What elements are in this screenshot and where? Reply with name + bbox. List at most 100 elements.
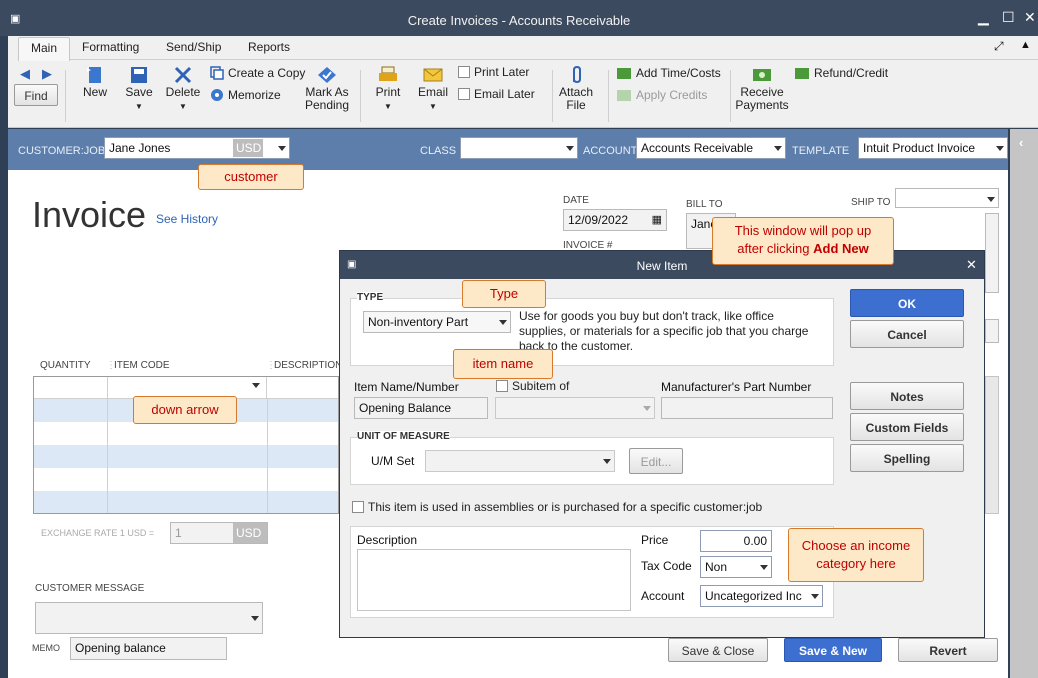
save-close-button[interactable]: Save & Close <box>668 638 768 662</box>
refund-icon <box>795 68 809 79</box>
apply-credits-button[interactable]: Apply Credits <box>616 88 707 102</box>
chevron-down-icon <box>811 594 819 599</box>
maximize-icon[interactable]: ☐ <box>1002 10 1015 24</box>
mfr-part-field[interactable] <box>661 397 833 419</box>
um-set-combo[interactable] <box>425 450 615 472</box>
description-field[interactable] <box>357 549 631 611</box>
table-scrollbar[interactable] <box>985 376 999 514</box>
template-combo[interactable]: Intuit Product Invoice <box>858 137 1008 159</box>
tab-formatting[interactable]: Formatting <box>82 40 139 54</box>
memo-field[interactable]: Opening balance <box>70 637 227 660</box>
uom-label: UNIT OF MEASURE <box>357 431 450 442</box>
minimize-icon[interactable]: ▁ <box>978 10 989 24</box>
tab-send-ship[interactable]: Send/Ship <box>166 40 221 54</box>
item-name-field[interactable]: Opening Balance <box>354 397 488 419</box>
notes-button[interactable]: Notes <box>850 382 964 410</box>
po-field[interactable] <box>985 319 999 343</box>
next-arrow-icon[interactable]: ▶ <box>42 66 52 82</box>
chevron-down-icon <box>760 565 768 570</box>
subitem-combo[interactable] <box>495 397 655 419</box>
type-group: TYPE Non-inventory Part Use for goods yo… <box>350 292 834 366</box>
customer-message-combo[interactable] <box>35 602 263 634</box>
customer-job-combo[interactable]: Jane Jones USD <box>104 137 290 159</box>
customer-bar: CUSTOMER:JOB Jane Jones USD CLASS ACCOUN… <box>8 129 1008 170</box>
callout-income-category: Choose an income category here <box>788 528 924 582</box>
prev-arrow-icon[interactable]: ◀ <box>20 66 30 82</box>
memorize-button[interactable]: Memorize <box>210 88 281 102</box>
edit-um-button[interactable]: Edit... <box>629 448 683 474</box>
delete-button[interactable]: Delete ▼ <box>165 66 201 113</box>
account-combo[interactable]: Accounts Receivable <box>636 137 786 159</box>
cancel-button[interactable]: Cancel <box>850 320 964 348</box>
ok-button[interactable]: OK <box>850 289 964 317</box>
table-row[interactable] <box>34 468 338 491</box>
see-history-link[interactable]: See History <box>156 212 218 226</box>
expand-icon[interactable]: ⤢ <box>994 39 1004 54</box>
print-later-checkbox[interactable]: Print Later <box>458 65 529 79</box>
refund-credit-button[interactable]: Refund/Credit <box>794 66 888 80</box>
attach-file-button[interactable]: Attach File <box>556 65 596 112</box>
calendar-icon[interactable]: ▦ <box>652 213 662 226</box>
callout-popup-note: This window will pop up after clicking A… <box>712 217 894 265</box>
envelope-icon <box>422 66 444 84</box>
email-button[interactable]: Email ▼ <box>414 66 452 113</box>
pending-check-icon <box>316 66 338 84</box>
chevron-down-icon <box>251 616 259 621</box>
create-copy-button[interactable]: Create a Copy <box>210 66 305 80</box>
dialog-close-icon[interactable]: ✕ <box>966 257 977 273</box>
table-row[interactable] <box>34 422 338 445</box>
save-icon <box>128 66 150 84</box>
memorize-icon <box>211 89 223 101</box>
invoice-heading: Invoice <box>32 194 147 235</box>
memo-label: MEMO <box>32 643 60 653</box>
save-new-button[interactable]: Save & New <box>784 638 882 662</box>
chevron-down-icon <box>499 320 507 325</box>
currency-badge: USD <box>233 139 263 157</box>
table-row[interactable] <box>34 445 338 468</box>
collapse-ribbon-icon[interactable]: ▲ <box>1020 39 1031 51</box>
mfr-part-label: Manufacturer's Part Number <box>661 380 812 394</box>
account-label: Account <box>641 589 685 603</box>
print-button[interactable]: Print ▼ <box>370 66 406 113</box>
date-field[interactable]: 12/09/2022 ▦ <box>563 209 667 231</box>
chevron-down-icon[interactable] <box>252 383 260 388</box>
ship-to-label: SHIP TO <box>851 197 891 208</box>
spelling-button[interactable]: Spelling <box>850 444 964 472</box>
find-button[interactable]: Find <box>14 84 58 106</box>
mark-as-pending-button[interactable]: Mark As Pending <box>304 66 350 112</box>
subitem-checkbox[interactable]: Subitem of <box>496 379 569 393</box>
email-later-checkbox[interactable]: Email Later <box>458 87 535 101</box>
new-button[interactable]: New <box>78 66 112 99</box>
receive-payments-button[interactable]: Receive Payments <box>734 66 790 112</box>
time-costs-icon <box>617 68 631 79</box>
ship-to-field[interactable] <box>985 213 999 293</box>
type-combo[interactable]: Non-inventory Part <box>363 311 511 333</box>
add-time-costs-button[interactable]: Add Time/Costs <box>616 66 721 80</box>
unit-of-measure-group: UNIT OF MEASURE U/M Set Edit... <box>350 431 834 485</box>
revert-button[interactable]: Revert <box>898 638 998 662</box>
chevron-down-icon <box>566 146 574 151</box>
account-combo[interactable]: Uncategorized Inc <box>700 585 823 607</box>
delete-x-icon <box>172 66 194 84</box>
price-field[interactable]: 0.00 <box>700 530 772 552</box>
class-combo[interactable] <box>460 137 578 159</box>
table-row[interactable] <box>34 491 338 513</box>
panel-toggle-icon[interactable]: ‹ <box>1019 135 1023 150</box>
custom-fields-button[interactable]: Custom Fields <box>850 413 964 441</box>
chevron-down-icon <box>996 146 1004 151</box>
exchange-rate-field[interactable]: 1 USD <box>170 522 268 544</box>
paperclip-icon <box>565 65 587 84</box>
close-icon[interactable]: ✕ <box>1024 10 1036 24</box>
template-label: TEMPLATE <box>792 145 850 157</box>
chevron-down-icon <box>643 406 651 411</box>
customer-job-label: CUSTOMER:JOB <box>18 145 106 157</box>
tax-code-combo[interactable]: Non <box>700 556 772 578</box>
ship-to-combo[interactable] <box>895 188 999 208</box>
tab-main[interactable]: Main <box>18 37 71 61</box>
window-title-bar: ▣ Create Invoices - Accounts Receivable … <box>0 0 1038 36</box>
tab-reports[interactable]: Reports <box>248 40 290 54</box>
save-button[interactable]: Save ▼ <box>122 66 156 113</box>
callout-type: Type <box>462 280 546 308</box>
price-label: Price <box>641 533 669 547</box>
assemblies-checkbox[interactable]: This item is used in assemblies or is pu… <box>352 500 762 514</box>
